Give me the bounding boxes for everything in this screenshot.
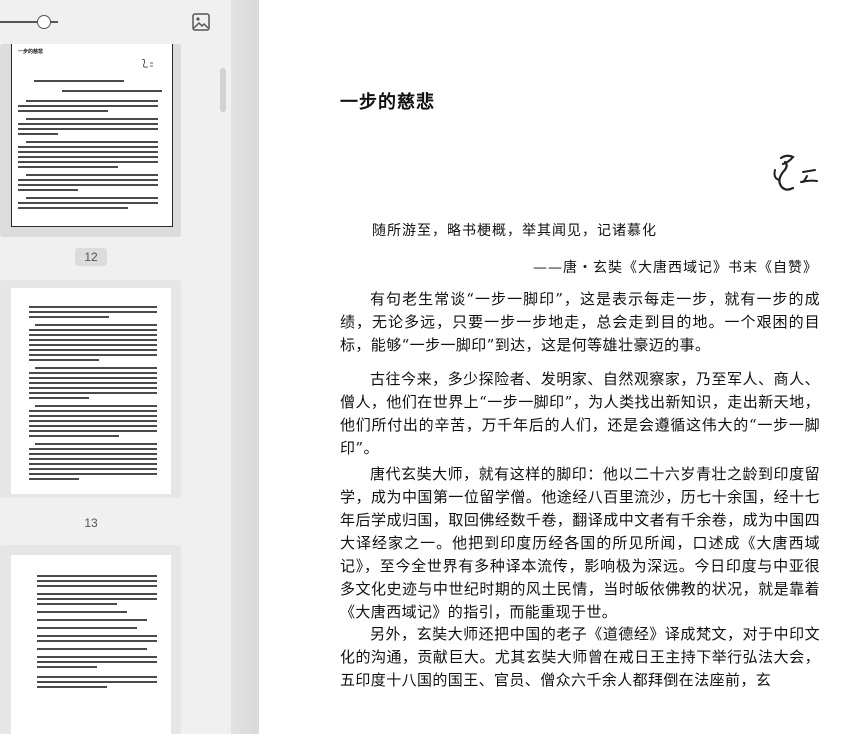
image-icon[interactable] [192, 13, 210, 31]
thumbnail-page-12[interactable]: 一步的慈悲 12 [0, 44, 182, 269]
paragraph: 古往今来，多少探险者、发明家、自然观察家，乃至军人、商人、僧人，他们在世界上“一… [340, 370, 820, 457]
epigraph-source: ——唐・玄奘《大唐西域记》书末《自赞》 [533, 260, 818, 276]
document-page: 一步的慈悲 随所游至，略书梗概，举其闻见，记诸慕化 ——唐・玄奘《大唐西域记》书… [259, 0, 852, 734]
sidebar-toolbar [0, 0, 231, 44]
sidebar-scrollbar[interactable] [220, 68, 226, 112]
signature-icon [773, 154, 818, 191]
page-title: 一步的慈悲 [340, 92, 435, 113]
thumbnail-sidebar: 一步的慈悲 12 13 [0, 0, 232, 734]
thumbnail-page-image [11, 555, 171, 734]
thumbnail-page-14[interactable] [0, 545, 182, 734]
page-gutter [231, 0, 259, 734]
thumbnail-page-number: 12 [75, 248, 107, 266]
thumbnail-title: 一步的慈悲 [18, 49, 44, 55]
paragraph: 唐代玄奘大师，就有这样的脚印：他以二十六岁青壮之龄到印度留学，成为中国第一位留学… [340, 465, 820, 621]
thumbnail-page-number: 13 [84, 516, 98, 530]
thumbnail-page-image [11, 288, 171, 494]
signature-icon [141, 59, 153, 68]
epigraph: 随所游至，略书梗概，举其闻见，记诸慕化 [372, 223, 657, 239]
thumbnail-page-13[interactable]: 13 [0, 280, 182, 532]
thumbnail-page-image: 一步的慈悲 [11, 44, 173, 227]
zoom-slider-handle[interactable] [37, 15, 51, 29]
paragraph: 有句老生常谈“一步一脚印”，这是表示每走一步，就有一步的成绩，无论多远，只要一步… [340, 290, 820, 354]
paragraph: 另外，玄奘大师还把中国的老子《道德经》译成梵文，对于中印文化的沟通，贡献巨大。尤… [340, 625, 820, 689]
